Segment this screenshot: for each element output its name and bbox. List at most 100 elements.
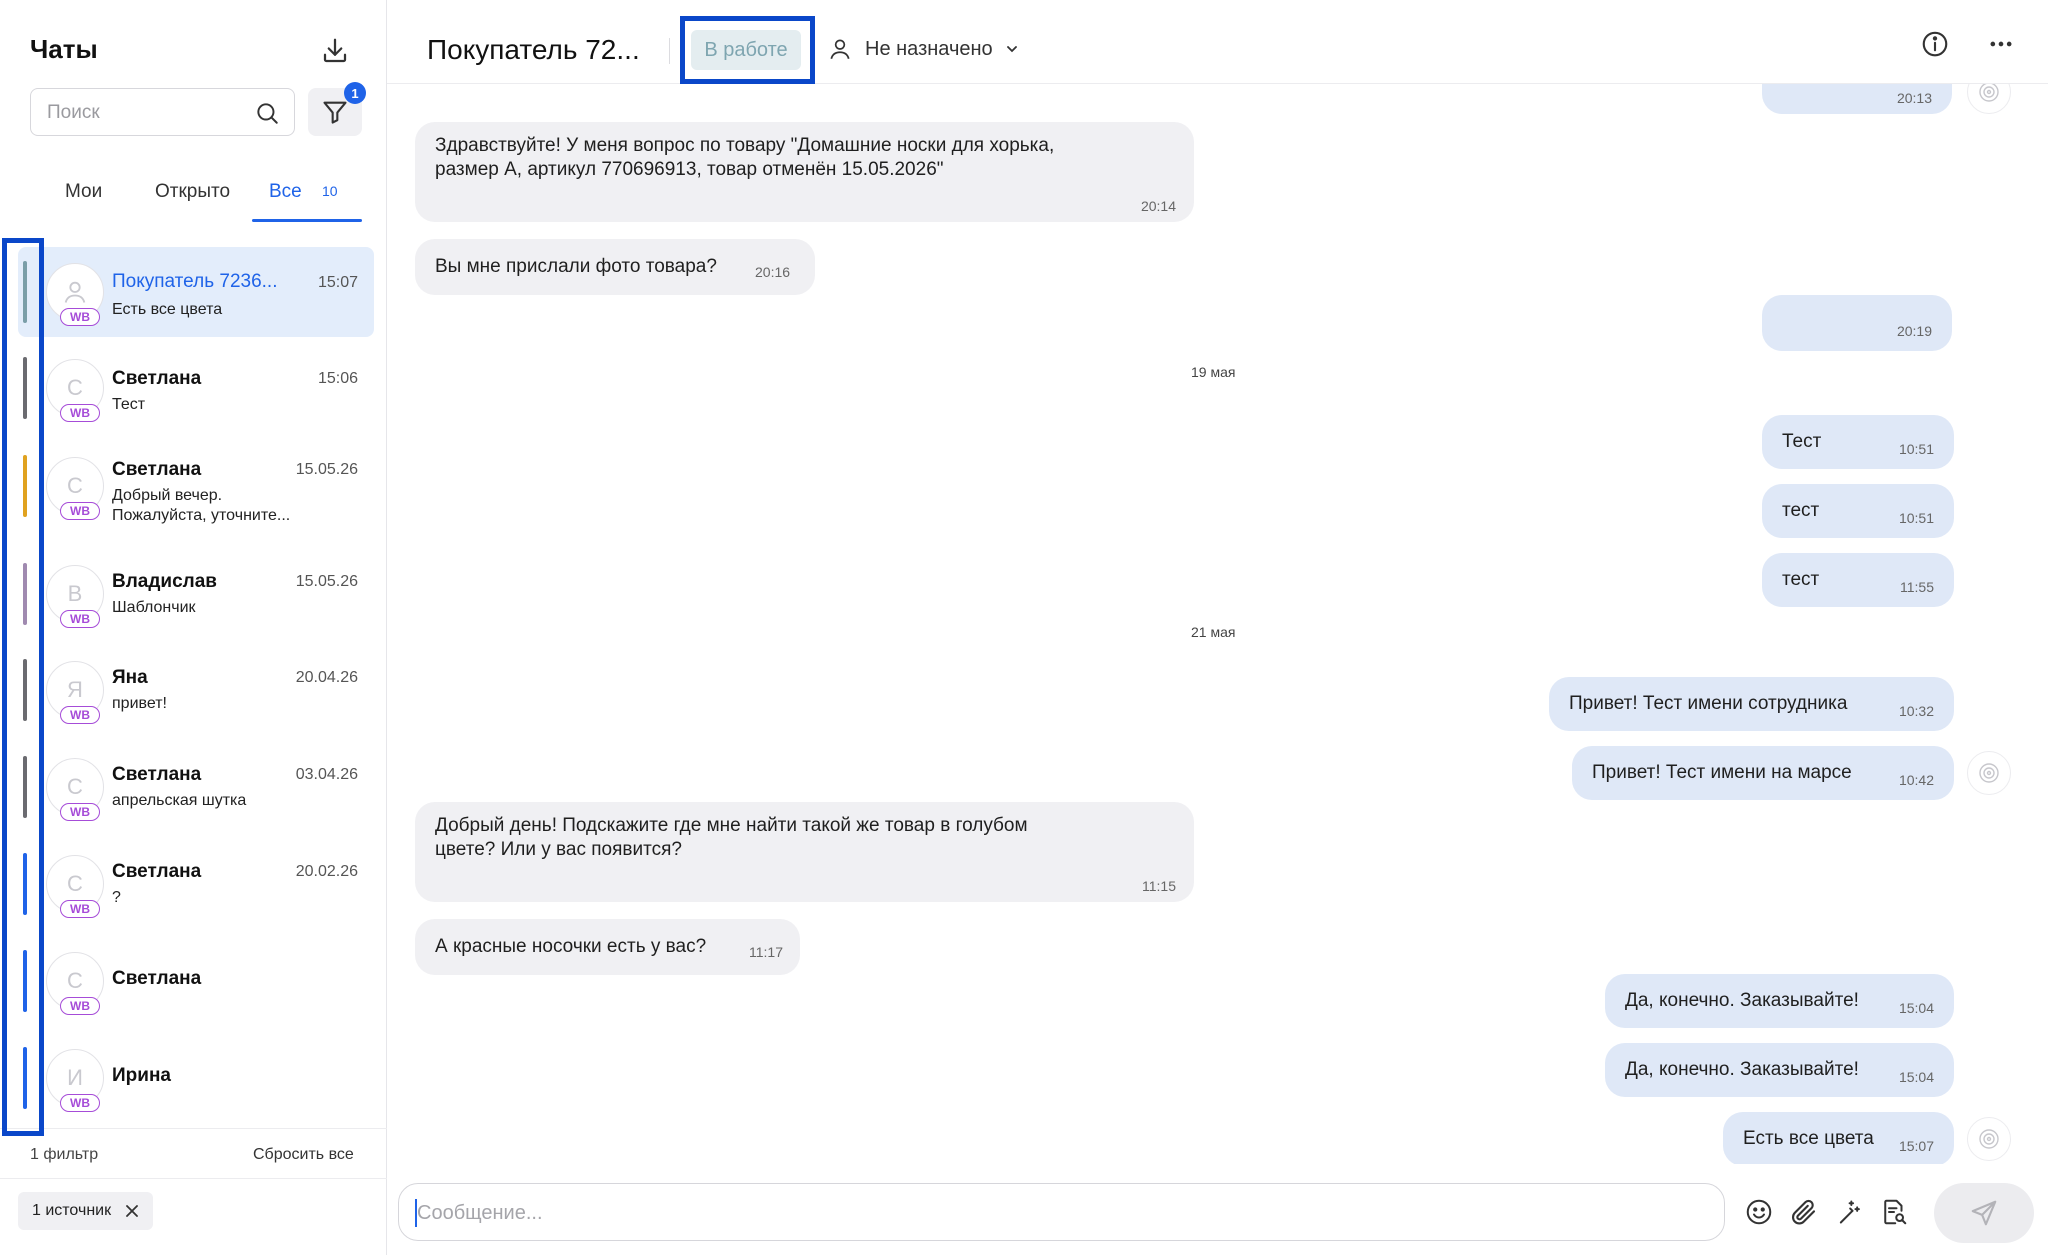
message-time: 11:55: [1900, 579, 1934, 595]
emoji-icon: [1746, 1199, 1772, 1225]
chat-name: Светлана: [112, 861, 202, 882]
chat-item[interactable]: С WB Светлана 20.02.26 ?: [18, 841, 374, 931]
source-badge: WB: [60, 997, 100, 1015]
message-bubble-outgoing: Да, конечно. Заказывайте! 15:04: [1605, 974, 1954, 1028]
message-time: 10:32: [1898, 703, 1934, 719]
message-area: 20:13 Здравствуйте! У меня вопрос по тов…: [387, 84, 2048, 1164]
magic-button[interactable]: [1831, 1194, 1867, 1230]
info-icon: [1922, 31, 1948, 57]
chat-item[interactable]: В WB Владислав 15.05.26 Шаблончик: [18, 551, 374, 641]
message-text-line2: цвете? Или у вас появится?: [435, 839, 682, 860]
header-separator: [669, 38, 670, 64]
chat-preview: привет!: [112, 695, 167, 712]
chat-item[interactable]: С WB Светлана 03.04.26 апрельская шутка: [18, 744, 374, 834]
divider: [0, 1178, 387, 1179]
chevron-down-icon: [1006, 46, 1017, 53]
source-badge: WB: [60, 308, 100, 326]
chat-item[interactable]: С WB Светлана: [18, 938, 374, 1028]
message-bubble-outgoing: тест 11:55: [1762, 553, 1954, 607]
message-text: Здравствуйте! У меня вопрос по товару "Д…: [435, 135, 1055, 156]
reset-filters-link[interactable]: Сбросить все: [253, 1146, 354, 1164]
source-badge: WB: [60, 404, 100, 422]
tab-all[interactable]: Все: [269, 181, 302, 203]
download-icon: [323, 38, 347, 63]
chat-item[interactable]: Я WB Яна 20.04.26 привет!: [18, 647, 374, 737]
text-caret: [415, 1199, 417, 1227]
chat-item[interactable]: И WB Ирина: [18, 1035, 374, 1125]
message-text: Вы мне прислали фото товара?: [435, 256, 717, 277]
message-input[interactable]: [417, 1198, 1697, 1228]
magic-wand-icon: [1839, 1200, 1860, 1224]
search-box: [30, 88, 295, 136]
user-icon: [830, 39, 850, 60]
chat-time: 15:07: [317, 274, 358, 291]
attach-button[interactable]: [1786, 1194, 1822, 1230]
chat-preview: ?: [112, 889, 121, 906]
chat-title: Покупатель 72...: [427, 34, 640, 65]
chat-time: 15:06: [317, 370, 358, 387]
message-text: тест: [1782, 500, 1820, 521]
message-text: тест: [1782, 569, 1820, 590]
day-separator: 19 мая: [1191, 364, 1236, 380]
source-badge: WB: [60, 706, 100, 724]
send-icon: [1971, 1200, 1997, 1226]
active-tab-indicator: [252, 219, 362, 222]
chat-item[interactable]: WB Покупатель 7236... 15:07 Есть все цве…: [18, 247, 374, 337]
chat-preview: апрельская шутка: [112, 792, 247, 809]
chat-preview: Шаблончик: [112, 599, 196, 616]
message-time: 11:15: [1142, 878, 1176, 894]
search-icon[interactable]: [254, 100, 280, 126]
message-text: А красные носочки есть у вас?: [435, 936, 707, 957]
day-separator: 21 мая: [1191, 624, 1236, 640]
chat-time: 03.04.26: [295, 766, 358, 783]
chat-preview: Есть все цвета: [112, 301, 223, 318]
template-button[interactable]: [1876, 1194, 1912, 1230]
chat-name: Ирина: [112, 1065, 171, 1086]
chip-label: 1 источник: [32, 1202, 112, 1219]
chat-name: Яна: [112, 667, 148, 688]
info-button[interactable]: [1917, 26, 1953, 62]
assignee-dropdown[interactable]: Не назначено: [827, 36, 1019, 62]
chat-item[interactable]: С WB Светлана 15:06 Тест: [18, 343, 374, 433]
download-button[interactable]: [316, 32, 354, 70]
more-button[interactable]: [1983, 26, 2019, 62]
message-text: Тест: [1782, 431, 1822, 452]
tab-all-count: 10: [322, 183, 338, 199]
filter-icon: [323, 101, 347, 124]
tab-mine[interactable]: Мои: [65, 181, 102, 203]
chat-name: Светлана: [112, 368, 202, 389]
message-bubble-outgoing: Есть все цвета 15:07: [1723, 1112, 1954, 1164]
highlight-frame-status: [680, 16, 815, 84]
read-status-icon: [1967, 751, 2011, 795]
message-time: 20:19: [1896, 323, 1932, 339]
search-input[interactable]: [47, 99, 247, 127]
source-badge: WB: [60, 1094, 100, 1112]
chat-name: Светлана: [112, 764, 202, 785]
chat-item[interactable]: С WB Светлана 15.05.26 Добрый вечер. Пож…: [18, 439, 374, 539]
chat-preview-line2: Пожалуйста, уточните...: [112, 507, 291, 524]
send-button[interactable]: [1934, 1183, 2034, 1243]
source-filter-chip: 1 источник: [18, 1192, 154, 1230]
message-bubble-outgoing: тест 10:51: [1762, 484, 1954, 538]
message-time: 15:04: [1898, 1000, 1934, 1016]
message-bubble-incoming: Вы мне прислали фото товара? 20:16: [415, 239, 815, 295]
chat-tabs: Мои Открыто Все 10: [40, 175, 362, 223]
message-composer: [398, 1183, 1725, 1241]
read-status-icon: [1967, 1117, 2011, 1161]
message-bubble-incoming: Здравствуйте! У меня вопрос по товару "Д…: [415, 122, 1194, 222]
chat-time: 20.04.26: [295, 669, 358, 686]
chat-preview: Тест: [112, 396, 146, 413]
message-bubble-outgoing: 20:19: [1762, 295, 1952, 351]
chat-name: Светлана: [112, 459, 202, 480]
message-time: 10:51: [1898, 441, 1934, 457]
emoji-button[interactable]: [1741, 1194, 1777, 1230]
chat-name: Светлана: [112, 968, 202, 989]
message-time: 10:42: [1898, 772, 1934, 788]
source-badge: WB: [60, 900, 100, 918]
message-text: Да, конечно. Заказывайте!: [1625, 990, 1859, 1011]
highlight-frame-status-bars: [2, 238, 44, 1136]
tab-open[interactable]: Открыто: [155, 181, 230, 203]
close-icon[interactable]: [125, 1204, 139, 1218]
message-time: 10:51: [1898, 510, 1934, 526]
more-icon: [1990, 41, 2012, 47]
